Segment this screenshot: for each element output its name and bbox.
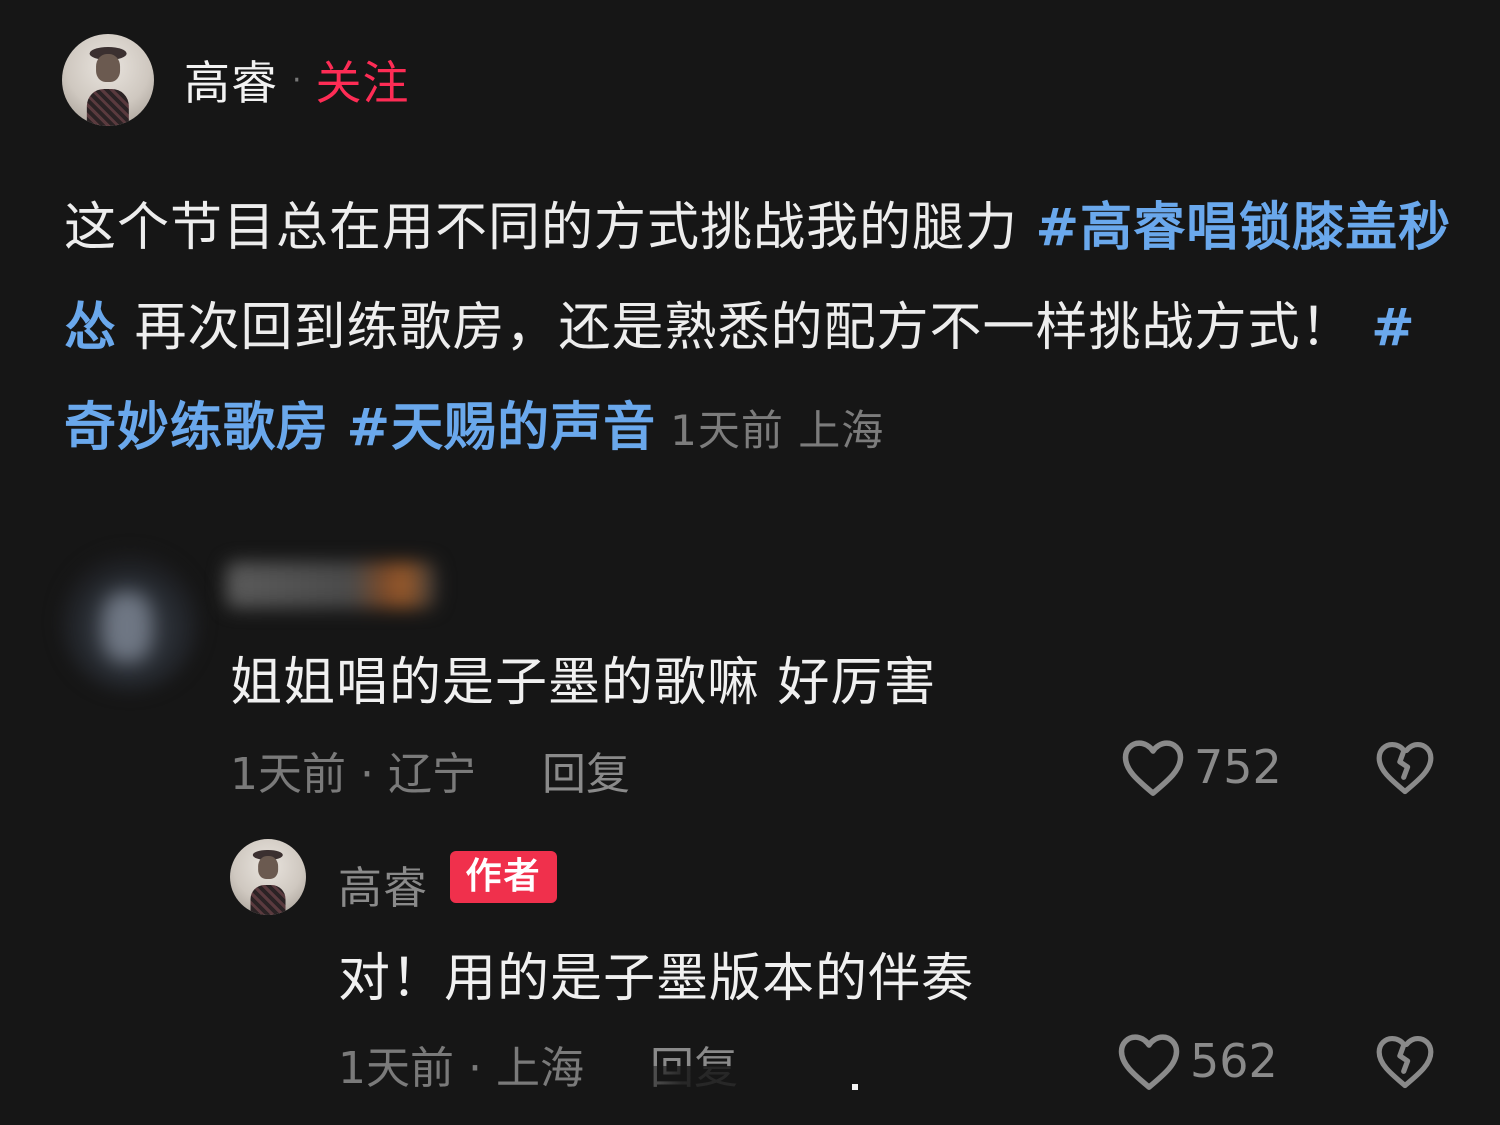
like-count: 562 [1190,1034,1278,1088]
comment-page: 高睿 · 关注 这个节目总在用不同的方式挑战我的腿力 #高睿唱锁膝盖秒怂 再次回… [0,0,1500,1125]
post-header: 高睿 · 关注 [62,34,410,126]
reply-time-location: 1天前 · 上海 [338,1043,584,1094]
follow-button[interactable]: 关注 [316,47,410,113]
heart-outline-icon [1118,1034,1180,1090]
bottom-fade-overlay [610,1066,850,1106]
reply-text: 对！用的是子墨版本的伴奏 [338,949,975,1009]
comment-meta-row: 1天前 · 辽宁 回复 [230,738,630,802]
commenter-avatar-blurred[interactable] [60,552,200,692]
heart-outline-icon [1122,740,1184,796]
like-count: 752 [1194,740,1282,794]
reply-author-name[interactable]: 高睿 [338,852,428,916]
post-caption: 这个节目总在用不同的方式挑战我的腿力 #高睿唱锁膝盖秒怂 再次回到练歌房，还是熟… [64,178,1454,481]
broken-heart-icon[interactable] [1374,1030,1436,1092]
caption-text-1: 这个节目总在用不同的方式挑战我的腿力 [64,198,1036,258]
comment-text: 姐姐唱的是子墨的歌嘛 好厉害 [230,653,937,713]
caption-text-2: 再次回到练歌房，还是熟悉的配方不一样挑战方式！ [117,298,1354,358]
hashtag-link[interactable]: #天赐的声音 [347,398,657,458]
commenter-name-blurred[interactable] [226,562,436,608]
broken-heart-icon[interactable] [1374,736,1436,798]
indicator-dot [852,1084,858,1090]
author-badge: 作者 [450,851,557,903]
separator-dot: · [292,62,302,98]
like-button[interactable]: 752 [1120,736,1282,798]
reply-author-avatar[interactable] [230,839,306,915]
author-avatar[interactable] [62,34,154,126]
reply-button[interactable]: 回复 [542,738,630,802]
like-button[interactable]: 562 [1116,1030,1278,1092]
post-time-location: 1天前 上海 [670,406,885,455]
comment-time-location: 1天前 · 辽宁 [230,749,476,800]
author-name[interactable]: 高睿 [184,47,278,113]
